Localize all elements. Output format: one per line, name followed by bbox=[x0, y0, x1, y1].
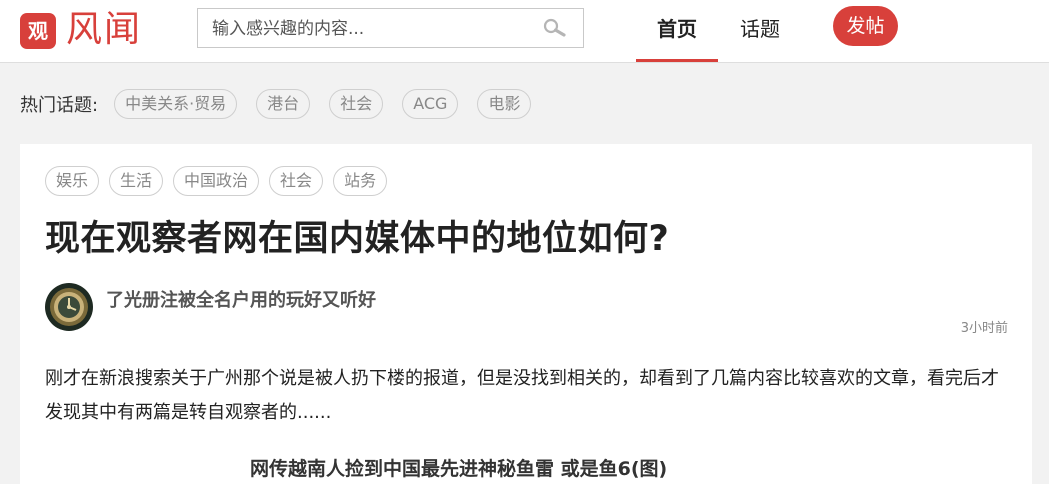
hot-topic-tag[interactable]: 港台 bbox=[256, 89, 311, 119]
hot-topic-tag[interactable]: 中美关系·贸易 bbox=[114, 89, 238, 119]
hot-topic-tag[interactable]: ACG bbox=[402, 89, 459, 119]
article-tag[interactable]: 中国政治 bbox=[173, 166, 260, 196]
site-name[interactable]: 风闻 bbox=[66, 6, 142, 54]
article-tag[interactable]: 站务 bbox=[333, 166, 388, 196]
logo-icon[interactable]: 观 bbox=[20, 13, 56, 49]
article-tag[interactable]: 生活 bbox=[109, 166, 164, 196]
article-tag[interactable]: 娱乐 bbox=[45, 166, 100, 196]
search-icon[interactable] bbox=[543, 18, 567, 38]
top-header: 观 风闻 首页 话题 发帖 bbox=[0, 0, 1049, 63]
article-tags: 娱乐 生活 中国政治 社会 站务 bbox=[45, 166, 397, 196]
search-input[interactable] bbox=[210, 9, 534, 49]
post-time: 3小时前 bbox=[960, 321, 1008, 336]
hot-topics-label: 热门话题: bbox=[20, 95, 99, 116]
avatar[interactable] bbox=[45, 283, 93, 331]
article-tag[interactable]: 社会 bbox=[269, 166, 324, 196]
nav-home[interactable]: 首页 bbox=[636, 0, 718, 62]
article-title[interactable]: 现在观察者网在国内媒体中的地位如何? bbox=[45, 210, 669, 261]
author-name[interactable]: 了光册注被全名户用的玩好又听好 bbox=[106, 286, 376, 312]
author-avatar-image bbox=[45, 283, 93, 331]
hot-topics-bar: 热门话题: 中美关系·贸易 港台 社会 ACG 电影 bbox=[20, 89, 550, 119]
hot-topic-tag[interactable]: 电影 bbox=[477, 89, 532, 119]
post-button[interactable]: 发帖 bbox=[833, 6, 898, 46]
embedded-image-caption: 网传越南人捡到中国最先进神秘鱼雷 或是鱼6(图) bbox=[250, 458, 668, 480]
article-card: 娱乐 生活 中国政治 社会 站务 现在观察者网在国内媒体中的地位如何? 了光册注… bbox=[20, 144, 1032, 484]
article-excerpt[interactable]: 刚才在新浪搜索关于广州那个说是被人扔下楼的报道，但是没找到相关的，却看到了几篇内… bbox=[45, 362, 1000, 430]
hot-topic-tag[interactable]: 社会 bbox=[329, 89, 384, 119]
search-box bbox=[197, 8, 584, 49]
nav-topics[interactable]: 话题 bbox=[726, 0, 794, 62]
